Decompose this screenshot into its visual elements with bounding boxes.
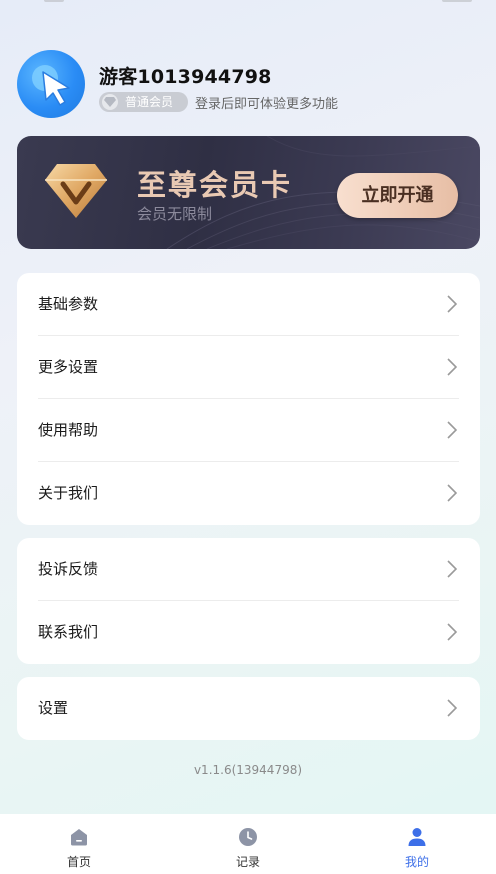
chevron-right-icon: [447, 560, 457, 578]
vip-subtitle: 会员无限制: [137, 205, 213, 223]
menu-item-contact-us[interactable]: 联系我们: [38, 601, 459, 664]
profile-header: 游客1013944798 普通会员 登录后即可体验更多功能: [17, 50, 477, 118]
menu-item-label: 联系我们: [38, 623, 99, 641]
cursor-icon: [32, 65, 70, 106]
chevron-right-icon: [447, 699, 457, 717]
menu-card-3: 设置: [17, 677, 480, 740]
tab-records[interactable]: 记录: [198, 814, 298, 874]
tab-mine[interactable]: 我的: [367, 814, 467, 874]
tab-label: 记录: [235, 855, 260, 869]
status-battery-icon: [442, 0, 472, 2]
menu-item-help[interactable]: 使用帮助: [38, 399, 459, 462]
menu-item-label: 基础参数: [38, 295, 99, 313]
menu-item-feedback[interactable]: 投诉反馈: [38, 538, 459, 601]
menu-card-2: 投诉反馈 联系我们: [17, 538, 480, 664]
login-hint[interactable]: 登录后即可体验更多功能: [195, 93, 338, 112]
vip-diamond-icon: [45, 164, 107, 218]
menu-item-about-us[interactable]: 关于我们: [38, 462, 459, 525]
status-time: [44, 0, 64, 2]
username: 游客1013944798: [99, 66, 272, 88]
tab-label: 首页: [66, 855, 91, 869]
home-icon: [71, 829, 87, 846]
clock-icon: [239, 828, 257, 846]
chevron-right-icon: [447, 484, 457, 502]
diamond-icon: [102, 94, 118, 110]
chevron-right-icon: [447, 358, 457, 376]
member-badge-label: 普通会员: [125, 95, 174, 109]
menu-item-basic-params[interactable]: 基础参数: [38, 273, 459, 336]
chevron-right-icon: [447, 421, 457, 439]
user-icon: [408, 828, 426, 846]
tab-home[interactable]: 首页: [29, 814, 129, 874]
member-badge: 普通会员: [99, 92, 188, 112]
menu-item-label: 使用帮助: [38, 421, 99, 439]
menu-item-label: 投诉反馈: [38, 560, 99, 578]
tab-label: 我的: [404, 855, 429, 869]
bottom-tab-bar: 首页 记录 我的: [0, 814, 496, 874]
chevron-right-icon: [447, 623, 457, 641]
menu-item-label: 关于我们: [38, 484, 99, 502]
open-vip-button[interactable]: 立即开通: [337, 173, 458, 218]
menu-item-label: 设置: [38, 699, 69, 717]
version-text: v1.1.6(13944798): [193, 763, 303, 777]
menu-card-1: 基础参数 更多设置 使用帮助 关于我们: [17, 273, 480, 525]
menu-item-label: 更多设置: [38, 358, 99, 376]
menu-item-settings[interactable]: 设置: [38, 677, 459, 740]
status-bar: [0, 0, 496, 14]
chevron-right-icon: [447, 295, 457, 313]
menu-item-more-settings[interactable]: 更多设置: [38, 336, 459, 399]
vip-title: 至尊会员卡: [137, 168, 293, 202]
vip-card[interactable]: 至尊会员卡 会员无限制 立即开通: [17, 136, 480, 249]
avatar[interactable]: [17, 50, 85, 118]
